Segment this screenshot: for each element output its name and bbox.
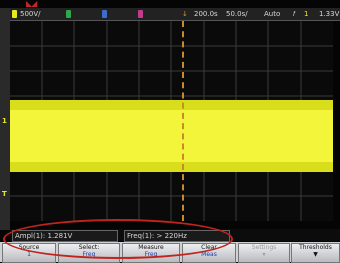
trigger-source: 1 [304,10,309,18]
channel1-ground-marker[interactable]: 1 [2,117,7,125]
acquisition-mode: Auto [264,10,281,18]
channel2-chip [66,10,71,18]
trigger-level-marker[interactable]: T [2,190,7,198]
channel1-scale: 500V/ [20,10,41,18]
status-bar: 500V/ ↓ 200.0s 50.0s/ Auto 𝑓 1 1.33V [10,8,340,21]
annotation-ellipse [3,219,233,259]
chevron-down-icon: ▼ [313,251,318,258]
settings-softkey[interactable]: Settings ▾ [238,243,290,263]
trigger-level: 1.33V [319,10,340,18]
trigger-position-line [182,21,186,221]
trigger-icon: ↓ [182,10,188,18]
channel4-chip [138,10,143,18]
settings-label: Settings [251,244,277,251]
channel1-waveform [10,100,333,172]
thresholds-softkey[interactable]: Thresholds ▼ [291,243,340,263]
thresholds-label: Thresholds [299,244,332,251]
channel3-chip [102,10,107,18]
waveform-dense-band [10,110,333,162]
chevron-down-icon: ▾ [262,251,266,258]
time-position: 200.0s [194,10,218,18]
oscilloscope-screen: ◣◢ 500V/ ↓ 200.0s 50.0s/ Auto 𝑓 1 1.33V [0,0,340,263]
annotation-mark: ◣◢ [26,0,37,8]
channel1-chip [12,10,17,18]
time-scale: 50.0s/ [226,10,248,18]
trigger-slope-icon: 𝑓 [293,10,296,18]
waveform-graticule [10,21,333,221]
